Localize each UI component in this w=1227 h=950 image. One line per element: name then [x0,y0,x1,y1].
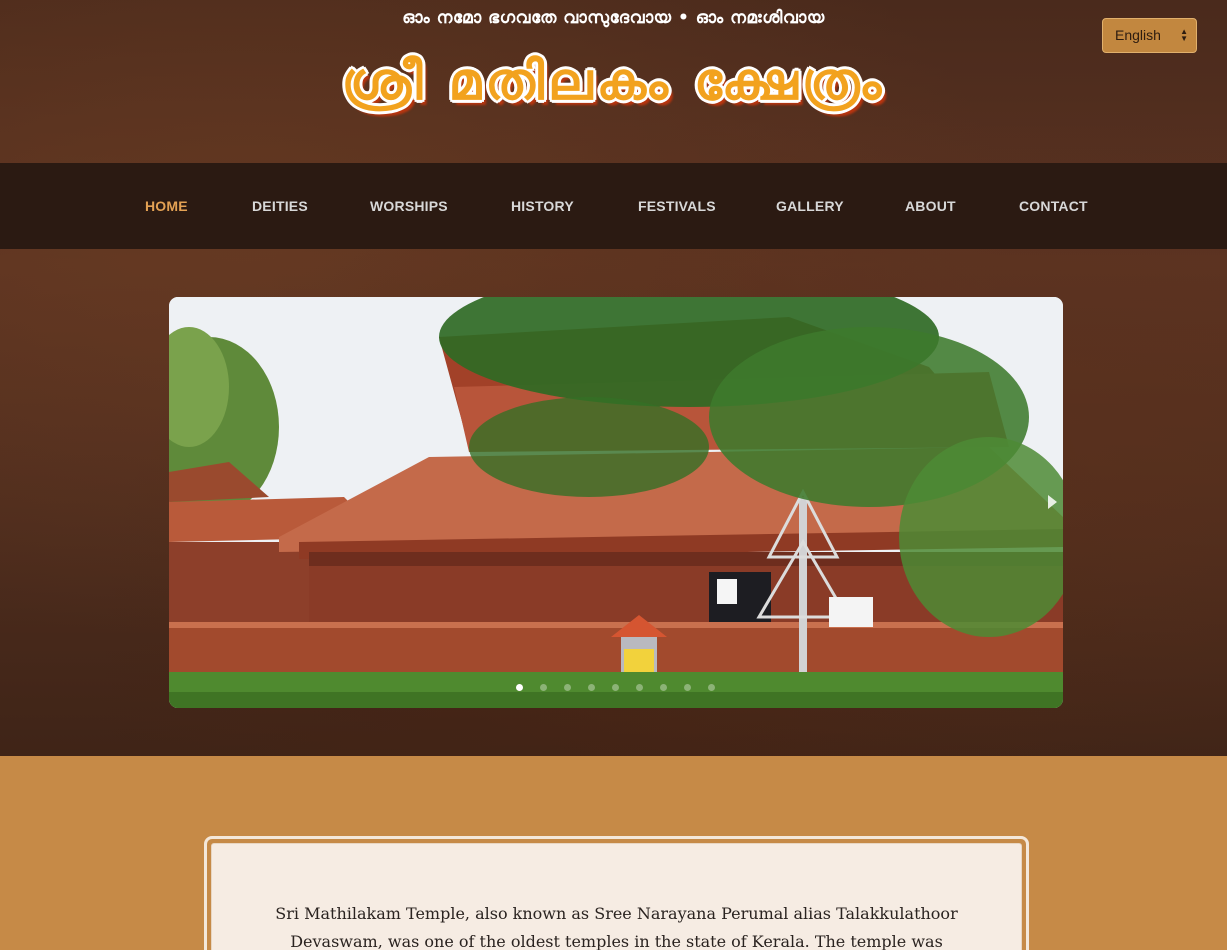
slider-dot[interactable] [564,684,571,691]
nav-item-gallery[interactable]: GALLERY [776,198,844,214]
slider-dot[interactable] [636,684,643,691]
slider-dot[interactable] [612,684,619,691]
about-card-inner: Sri Mathilakam Temple, also known as Sre… [211,843,1022,950]
language-select[interactable]: English ▲ ▼ [1102,18,1197,53]
slider-dot[interactable] [540,684,547,691]
about-text: Sri Mathilakam Temple, also known as Sre… [275,904,958,950]
temple-photo [169,297,1063,708]
slider-dot[interactable] [660,684,667,691]
mantra-text: ഓം നമോ ഭഗവതേ വാസുദേവായ • ഓം നമഃശിവായ [402,8,825,28]
slider-dot[interactable] [516,684,523,691]
language-select-value: English [1115,27,1161,43]
slider-dot[interactable] [708,684,715,691]
main-nav: HOME DEITIES WORSHIPS HISTORY FESTIVALS … [0,163,1227,249]
nav-item-about[interactable]: ABOUT [905,198,956,214]
nav-item-worships[interactable]: WORSHIPS [370,198,448,214]
slider-dot[interactable] [588,684,595,691]
nav-item-home[interactable]: HOME [145,198,188,214]
slider-dot[interactable] [684,684,691,691]
image-slider[interactable] [169,297,1063,708]
chevron-right-icon[interactable] [1048,495,1057,509]
nav-item-deities[interactable]: DEITIES [252,198,308,214]
about-card: Sri Mathilakam Temple, also known as Sre… [204,836,1029,950]
nav-item-contact[interactable]: CONTACT [1019,198,1088,214]
nav-item-history[interactable]: HISTORY [511,198,574,214]
site-title: ശ്രീ മതിലകം ക്ഷേത്രം [341,52,886,112]
up-down-chevron-icon: ▲ ▼ [1180,27,1188,43]
nav-item-festivals[interactable]: FESTIVALS [638,198,716,214]
